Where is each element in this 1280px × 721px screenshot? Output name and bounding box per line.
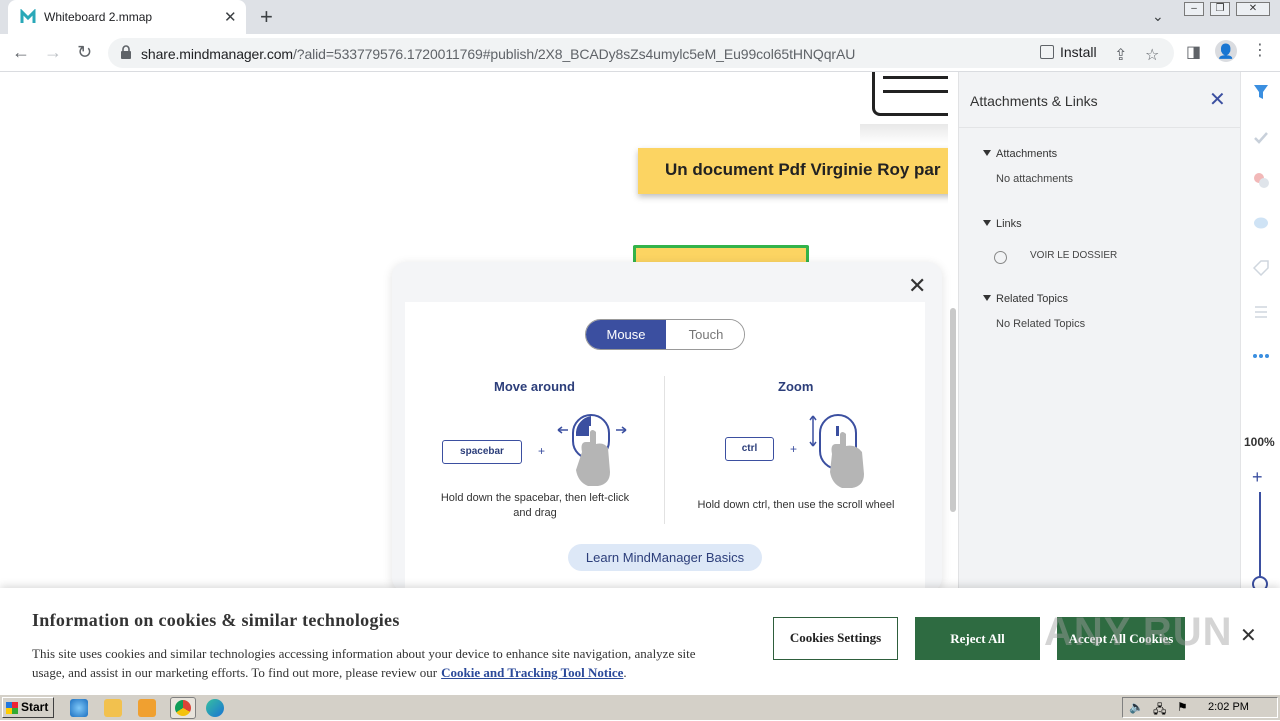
windows-logo-icon: [6, 702, 18, 714]
zoom-in-button[interactable]: +: [1252, 467, 1263, 488]
input-mode-toggle: Mouse Touch: [585, 319, 745, 350]
move-around-description: Hold down the spacebar, then left-click …: [440, 492, 630, 519]
install-app-button[interactable]: Install: [1040, 44, 1097, 60]
media-player-icon[interactable]: [138, 699, 156, 717]
share-icon[interactable]: ⇪: [1114, 45, 1127, 65]
cookie-banner: Information on cookies & similar technol…: [0, 588, 1280, 694]
more-dots-icon[interactable]: [1253, 348, 1269, 364]
topic-pdf-document[interactable]: Un document Pdf Virginie Roy par: [638, 148, 948, 194]
clock: 2:02 PM: [1208, 701, 1249, 713]
mouse-scroll-icon: [809, 414, 864, 488]
attachments-links-panel: Attachments & Links ✕ Attachments No att…: [958, 72, 1241, 592]
side-panel-icon[interactable]: ◨: [1186, 42, 1201, 62]
browser-tab-strip: Whiteboard 2.mmap ✕ + ⌄ – ❐ ✕: [0, 0, 1280, 34]
topic-shadow: [860, 124, 948, 144]
cookie-close-icon[interactable]: ✕: [1240, 626, 1257, 646]
tab-touch[interactable]: Touch: [666, 320, 744, 349]
bookmark-star-icon[interactable]: ☆: [1145, 45, 1159, 65]
learn-basics-button[interactable]: Learn MindManager Basics: [568, 544, 762, 571]
priority-icon[interactable]: [1253, 172, 1269, 188]
globe-link-icon: [994, 251, 1007, 264]
section-attachments[interactable]: Attachments: [983, 148, 1057, 160]
panel-close-icon[interactable]: ✕: [1209, 90, 1226, 110]
spacebar-key: spacebar: [442, 440, 522, 464]
collapse-triangle-icon: [983, 295, 991, 301]
cookie-title: Information on cookies & similar technol…: [32, 610, 400, 630]
collapse-triangle-icon: [983, 220, 991, 226]
cookies-settings-button[interactable]: Cookies Settings: [773, 617, 898, 660]
tag-icon[interactable]: [1253, 260, 1269, 276]
help-close-icon[interactable]: ✕: [908, 275, 926, 297]
panel-header: Attachments & Links ✕: [959, 72, 1241, 128]
profile-avatar-icon[interactable]: 👤: [1215, 40, 1237, 62]
checkmark-icon[interactable]: [1253, 130, 1269, 146]
cookie-description: This site uses cookies and similar techn…: [32, 646, 696, 680]
chrome-icon: [175, 700, 191, 716]
system-tray: 🔈 🖧 ⚑: [1122, 697, 1278, 718]
mindmanager-favicon-icon: [20, 9, 36, 23]
zoom-description: Hold down ctrl, then use the scroll whee…: [697, 499, 895, 511]
comment-icon[interactable]: [1253, 216, 1269, 232]
tab-search-chevron-icon[interactable]: ⌄: [1152, 8, 1164, 25]
tab-title: Whiteboard 2.mmap: [44, 10, 153, 24]
chrome-taskbar-button[interactable]: [170, 697, 196, 719]
section-divider: [664, 376, 665, 524]
edge-icon[interactable]: [206, 699, 224, 717]
topic-document-image[interactable]: [872, 72, 948, 116]
back-arrow-icon[interactable]: ←: [12, 42, 30, 63]
browser-tab[interactable]: Whiteboard 2.mmap ✕: [8, 0, 246, 34]
restore-button[interactable]: ❐: [1210, 2, 1230, 16]
menu-kebab-icon[interactable]: ⋮: [1252, 40, 1268, 60]
start-button[interactable]: Start: [2, 697, 54, 718]
lock-icon[interactable]: [120, 45, 132, 59]
ctrl-key: ctrl: [725, 437, 774, 461]
cookie-notice-link[interactable]: Cookie and Tracking Tool Notice: [441, 665, 623, 680]
no-attachments-text: No attachments: [996, 173, 1074, 185]
list-icon[interactable]: [1253, 304, 1269, 320]
internet-explorer-icon[interactable]: [70, 699, 88, 717]
address-bar[interactable]: share.mindmanager.com/?alid=533779576.17…: [108, 38, 1174, 68]
plus-sign: +: [790, 442, 798, 456]
minimize-button[interactable]: –: [1184, 2, 1204, 16]
section-related-topics[interactable]: Related Topics: [983, 293, 1068, 305]
network-icon[interactable]: 🖧: [1153, 700, 1166, 721]
no-related-topics-text: No Related Topics: [996, 318, 1086, 330]
collapse-triangle-icon: [983, 150, 991, 156]
forward-arrow-icon[interactable]: →: [44, 42, 62, 63]
url-text[interactable]: share.mindmanager.com/?alid=533779576.17…: [141, 46, 855, 62]
tab-mouse[interactable]: Mouse: [586, 320, 666, 349]
link-voir-le-dossier[interactable]: VOIR LE DOSSIER: [1030, 250, 1117, 261]
watermark-logo: ANY RUN: [1044, 610, 1233, 654]
volume-icon[interactable]: 🔈: [1129, 700, 1144, 714]
browser-toolbar: ← → ↻ share.mindmanager.com/?alid=533779…: [0, 34, 1280, 72]
mouse-drag-icon: [557, 414, 627, 486]
reload-icon[interactable]: ↻: [77, 42, 92, 63]
reject-all-button[interactable]: Reject All: [915, 617, 1040, 660]
panel-title: Attachments & Links: [970, 93, 1098, 109]
zoom-slider-track[interactable]: [1259, 492, 1261, 584]
plus-sign: +: [538, 444, 546, 458]
install-icon: [1040, 45, 1054, 59]
filter-icon[interactable]: [1253, 84, 1269, 100]
section-links[interactable]: Links: [983, 218, 1022, 230]
windows-taskbar: Start 🔈 🖧 ⚑ 2:02 PM: [0, 694, 1280, 720]
zoom-level: 100%: [1244, 435, 1275, 449]
zoom-title: Zoom: [778, 379, 814, 394]
topic-label: Un document Pdf Virginie Roy par: [665, 160, 941, 179]
window-close-button[interactable]: ✕: [1236, 2, 1270, 16]
flag-icon[interactable]: ⚑: [1177, 700, 1188, 714]
file-explorer-icon[interactable]: [104, 699, 122, 717]
canvas-scrollbar[interactable]: [950, 308, 956, 512]
move-around-title: Move around: [494, 379, 575, 394]
new-tab-button[interactable]: +: [260, 4, 273, 30]
tab-close-icon[interactable]: ✕: [224, 8, 237, 26]
